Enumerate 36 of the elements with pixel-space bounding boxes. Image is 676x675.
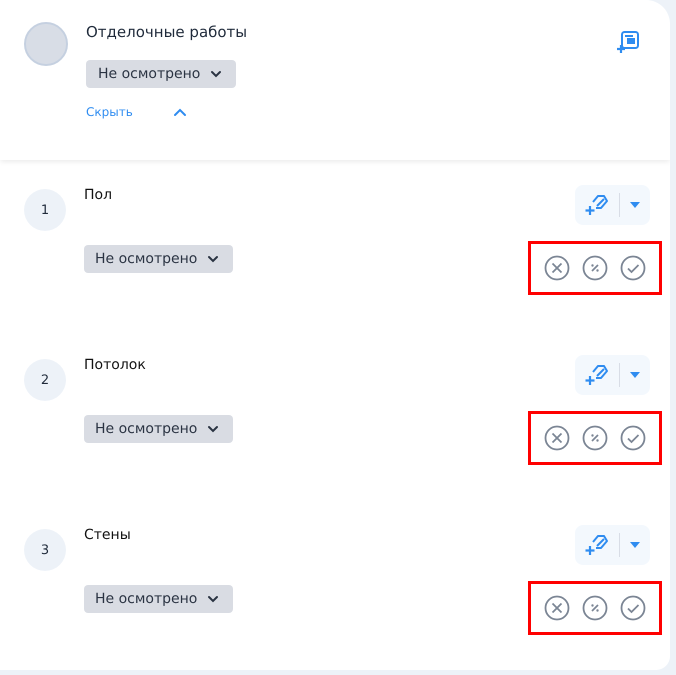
tag-split-button[interactable] <box>575 525 650 565</box>
item-title: Пол <box>84 187 114 203</box>
check-icon[interactable] <box>620 595 646 621</box>
item-number: 2 <box>24 359 66 401</box>
reject-icon[interactable] <box>544 255 570 281</box>
status-dropdown[interactable]: Не осмотрено <box>84 585 234 613</box>
chevron-down-icon <box>207 425 220 433</box>
item-title: Стены <box>84 527 132 543</box>
section-title: Отделочные работы <box>86 23 248 41</box>
reject-icon[interactable] <box>544 595 570 621</box>
caret-icon[interactable] <box>630 202 640 208</box>
check-icon[interactable] <box>620 425 646 451</box>
percent-icon[interactable] <box>582 595 608 621</box>
avatar <box>24 22 68 66</box>
chevron-down-icon <box>210 70 222 78</box>
add-tag-icon[interactable] <box>585 533 609 557</box>
chevron-down-icon <box>207 255 220 263</box>
item-title: Потолок <box>84 357 147 373</box>
chevron-up-icon[interactable] <box>172 108 187 116</box>
tag-split-button[interactable] <box>575 185 650 225</box>
item-number: 3 <box>24 529 66 571</box>
item-number: 1 <box>24 189 66 231</box>
status-dropdown[interactable]: Не осмотрено <box>84 415 234 443</box>
add-tag-icon[interactable] <box>585 363 609 387</box>
caret-icon[interactable] <box>630 372 640 378</box>
add-tag-icon[interactable] <box>585 193 609 217</box>
percent-icon[interactable] <box>582 425 608 451</box>
reject-icon[interactable] <box>544 425 570 451</box>
percent-icon[interactable] <box>582 255 608 281</box>
check-icon[interactable] <box>620 255 646 281</box>
add-document-icon[interactable] <box>616 30 640 54</box>
status-dropdown[interactable]: Не осмотрено <box>86 60 236 88</box>
caret-icon[interactable] <box>630 542 640 548</box>
chevron-down-icon <box>207 595 220 603</box>
status-dropdown[interactable]: Не осмотрено <box>84 245 234 273</box>
tag-split-button[interactable] <box>575 355 650 395</box>
